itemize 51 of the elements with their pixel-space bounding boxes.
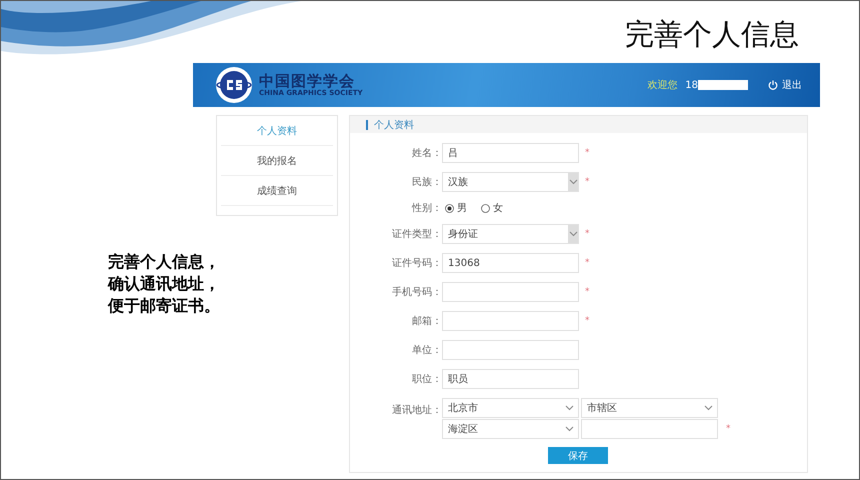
required-mark: * bbox=[585, 287, 590, 297]
chevron-down-icon bbox=[565, 426, 574, 432]
field-label: 证件类型： bbox=[391, 228, 442, 241]
required-mark: * bbox=[585, 316, 590, 326]
field-label: 性别： bbox=[410, 202, 442, 215]
power-icon bbox=[768, 80, 778, 90]
panel-title: 个人资料 bbox=[374, 118, 414, 132]
dropdown[interactable]: 身份证 bbox=[442, 224, 579, 244]
title-bar-mark bbox=[366, 120, 368, 130]
radio-option[interactable]: 女 bbox=[481, 201, 503, 215]
logo-title: 中国图学学会 bbox=[259, 72, 355, 88]
redaction-block bbox=[698, 80, 748, 90]
emblem-icon bbox=[215, 66, 253, 104]
dropdown[interactable]: 北京市 bbox=[442, 398, 579, 418]
user-name: 18 bbox=[685, 80, 698, 90]
chevron-down-icon bbox=[704, 405, 713, 411]
dropdown[interactable]: 汉族 bbox=[442, 172, 579, 192]
field-label: 证件号码： bbox=[391, 257, 442, 270]
text-field[interactable]: 13068 bbox=[442, 253, 579, 273]
required-mark: * bbox=[585, 177, 590, 187]
chevron-down-icon bbox=[568, 231, 578, 237]
required-mark: * bbox=[585, 258, 590, 268]
required-mark: * bbox=[585, 229, 590, 239]
required-mark: * bbox=[585, 148, 590, 158]
note-text: 确认通讯地址， bbox=[108, 273, 220, 295]
field-label: 单位： bbox=[411, 344, 442, 357]
field-label: 邮箱： bbox=[411, 314, 442, 328]
text-field[interactable] bbox=[581, 419, 718, 439]
chevron-down-icon bbox=[565, 405, 574, 411]
field-label: 职位： bbox=[411, 373, 442, 386]
text-field[interactable] bbox=[442, 340, 579, 360]
chevron-down-icon bbox=[568, 179, 578, 185]
sidebar-item[interactable]: 成绩查询 bbox=[221, 176, 333, 206]
text-field[interactable] bbox=[442, 282, 579, 302]
text-field[interactable]: 职员 bbox=[442, 369, 579, 389]
text-field[interactable]: 吕 bbox=[442, 143, 579, 163]
note-text: 完善个人信息， bbox=[108, 251, 220, 273]
field-label: 姓名： bbox=[411, 147, 442, 160]
dropdown[interactable]: 市辖区 bbox=[581, 398, 718, 418]
required-mark: * bbox=[726, 424, 730, 434]
radio-option[interactable]: 男 bbox=[445, 201, 467, 215]
note-text: 便于邮寄证书。 bbox=[108, 295, 220, 317]
dropdown[interactable]: 海淀区 bbox=[442, 419, 579, 439]
text-field[interactable] bbox=[442, 311, 579, 331]
field-label: 民族： bbox=[411, 176, 442, 189]
logout-button[interactable]: 退出 bbox=[768, 78, 802, 92]
welcome-text: 欢迎您 bbox=[647, 78, 678, 92]
field-label: 手机号码： bbox=[391, 286, 442, 299]
field-label: 通讯地址： bbox=[391, 404, 442, 417]
slide-title: 完善个人信息 bbox=[625, 16, 799, 49]
sidebar-item[interactable]: 我的报名 bbox=[221, 146, 333, 176]
